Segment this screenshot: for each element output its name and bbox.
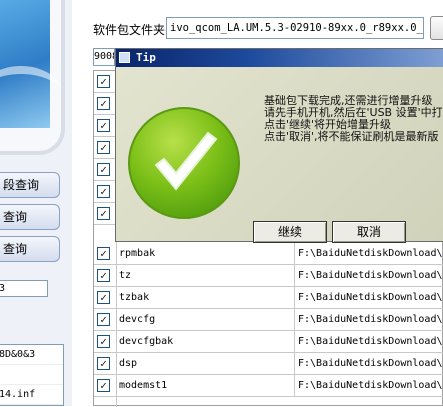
- left-panel: 段查询 查询 查询 3 8D&0&3 14.inf: [0, 0, 72, 406]
- partition-path: F:\BaiduNetdiskDownload\PD: [294, 353, 443, 374]
- partition-name: devcfg: [116, 309, 294, 330]
- package-folder-input[interactable]: ivo_qcom_LA.UM.5.3-02910-89xx.0_r89xx.0_…: [166, 17, 424, 39]
- partition-name: dsp: [116, 353, 294, 374]
- table-row[interactable]: ✓ tzbak F:\BaiduNetdiskDownload\PD: [94, 287, 443, 309]
- tip-dialog: Tip 基础包下载完成,还需进行增量升级 请先手机开机,然后在'USB 设置'中…: [115, 48, 443, 243]
- partition-name: tz: [116, 265, 294, 286]
- dialog-message: 基础包下载完成,还需进行增量升级 请先手机开机,然后在'USB 设置'中打 点击…: [264, 95, 443, 143]
- partition-name: modemst1: [116, 375, 294, 396]
- row-checkbox[interactable]: ✓: [97, 357, 110, 370]
- table-row[interactable]: ✓ dsp F:\BaiduNetdiskDownload\PD: [94, 353, 443, 375]
- row-checkbox[interactable]: ✓: [97, 141, 110, 154]
- partition-path: F:\BaiduNetdiskDownload\PD: [294, 331, 443, 352]
- dialog-title: Tip: [136, 51, 156, 64]
- query-button-3[interactable]: 查询: [0, 236, 60, 262]
- row-checkbox[interactable]: ✓: [97, 335, 110, 348]
- partition-path: F:\BaiduNetdiskDownload\PD: [294, 265, 443, 286]
- row-checkbox[interactable]: ✓: [97, 269, 110, 282]
- browse-button[interactable]: [430, 16, 443, 40]
- row-checkbox[interactable]: ✓: [97, 97, 110, 110]
- partition-path: F:\BaiduNetdiskDownload\PD: [294, 309, 443, 330]
- table-row[interactable]: ✓ modemst1 F:\BaiduNetdiskDownload\PD: [94, 375, 443, 397]
- row-checkbox[interactable]: ✓: [97, 247, 110, 260]
- partition-path: F:\BaiduNetdiskDownload\PD: [294, 287, 443, 308]
- partition-name: devcfgbak: [116, 331, 294, 352]
- row-checkbox[interactable]: ✓: [97, 379, 110, 392]
- checkmark-glyph: [154, 131, 218, 191]
- row-checkbox[interactable]: ✓: [97, 291, 110, 304]
- partition-name: rpmbak: [116, 243, 294, 264]
- checkmark-icon: [128, 107, 240, 219]
- row-checkbox[interactable]: ✓: [97, 163, 110, 176]
- message-line: 点击'取消',将不能保证刷机是最新版: [264, 130, 439, 143]
- table-row[interactable]: ✓ devcfg F:\BaiduNetdiskDownload\PD: [94, 309, 443, 331]
- row-checkbox[interactable]: ✓: [97, 207, 110, 220]
- phone-image: [0, 0, 65, 155]
- package-folder-label: 软件包文件夹: [93, 23, 166, 37]
- list-item[interactable]: 8D&0&3: [0, 345, 63, 365]
- phone-screen: [0, 0, 61, 128]
- row-checkbox[interactable]: ✓: [97, 75, 110, 88]
- dialog-title-bar[interactable]: Tip: [116, 49, 443, 67]
- row-checkbox[interactable]: ✓: [97, 313, 110, 326]
- partition-name: tzbak: [116, 287, 294, 308]
- mode-field[interactable]: 9008: [93, 48, 115, 66]
- side-field[interactable]: 3: [0, 280, 48, 297]
- query-button-1[interactable]: 段查询: [0, 172, 60, 198]
- cancel-button[interactable]: 取消: [332, 221, 406, 243]
- query-button-2[interactable]: 查询: [0, 204, 60, 230]
- table-row[interactable]: ✓ devcfgbak F:\BaiduNetdiskDownload\PD: [94, 331, 443, 353]
- table-row[interactable]: ✓ tz F:\BaiduNetdiskDownload\PD: [94, 265, 443, 287]
- table-row[interactable]: ✓ rpmbak F:\BaiduNetdiskDownload\PD: [94, 243, 443, 265]
- row-checkbox[interactable]: ✓: [97, 119, 110, 132]
- list-item[interactable]: [0, 365, 63, 385]
- dialog-body: 基础包下载完成,还需进行增量升级 请先手机开机,然后在'USB 设置'中打 点击…: [116, 67, 443, 243]
- continue-button[interactable]: 继续: [253, 221, 327, 243]
- partition-path: F:\BaiduNetdiskDownload\PD: [294, 243, 443, 264]
- phone-swoosh: [0, 66, 61, 134]
- partition-path: F:\BaiduNetdiskDownload\PD: [294, 375, 443, 396]
- side-list[interactable]: 8D&0&3 14.inf: [0, 344, 64, 406]
- window-icon: [119, 52, 130, 63]
- list-item[interactable]: 14.inf: [0, 385, 63, 405]
- row-checkbox[interactable]: ✓: [97, 185, 110, 198]
